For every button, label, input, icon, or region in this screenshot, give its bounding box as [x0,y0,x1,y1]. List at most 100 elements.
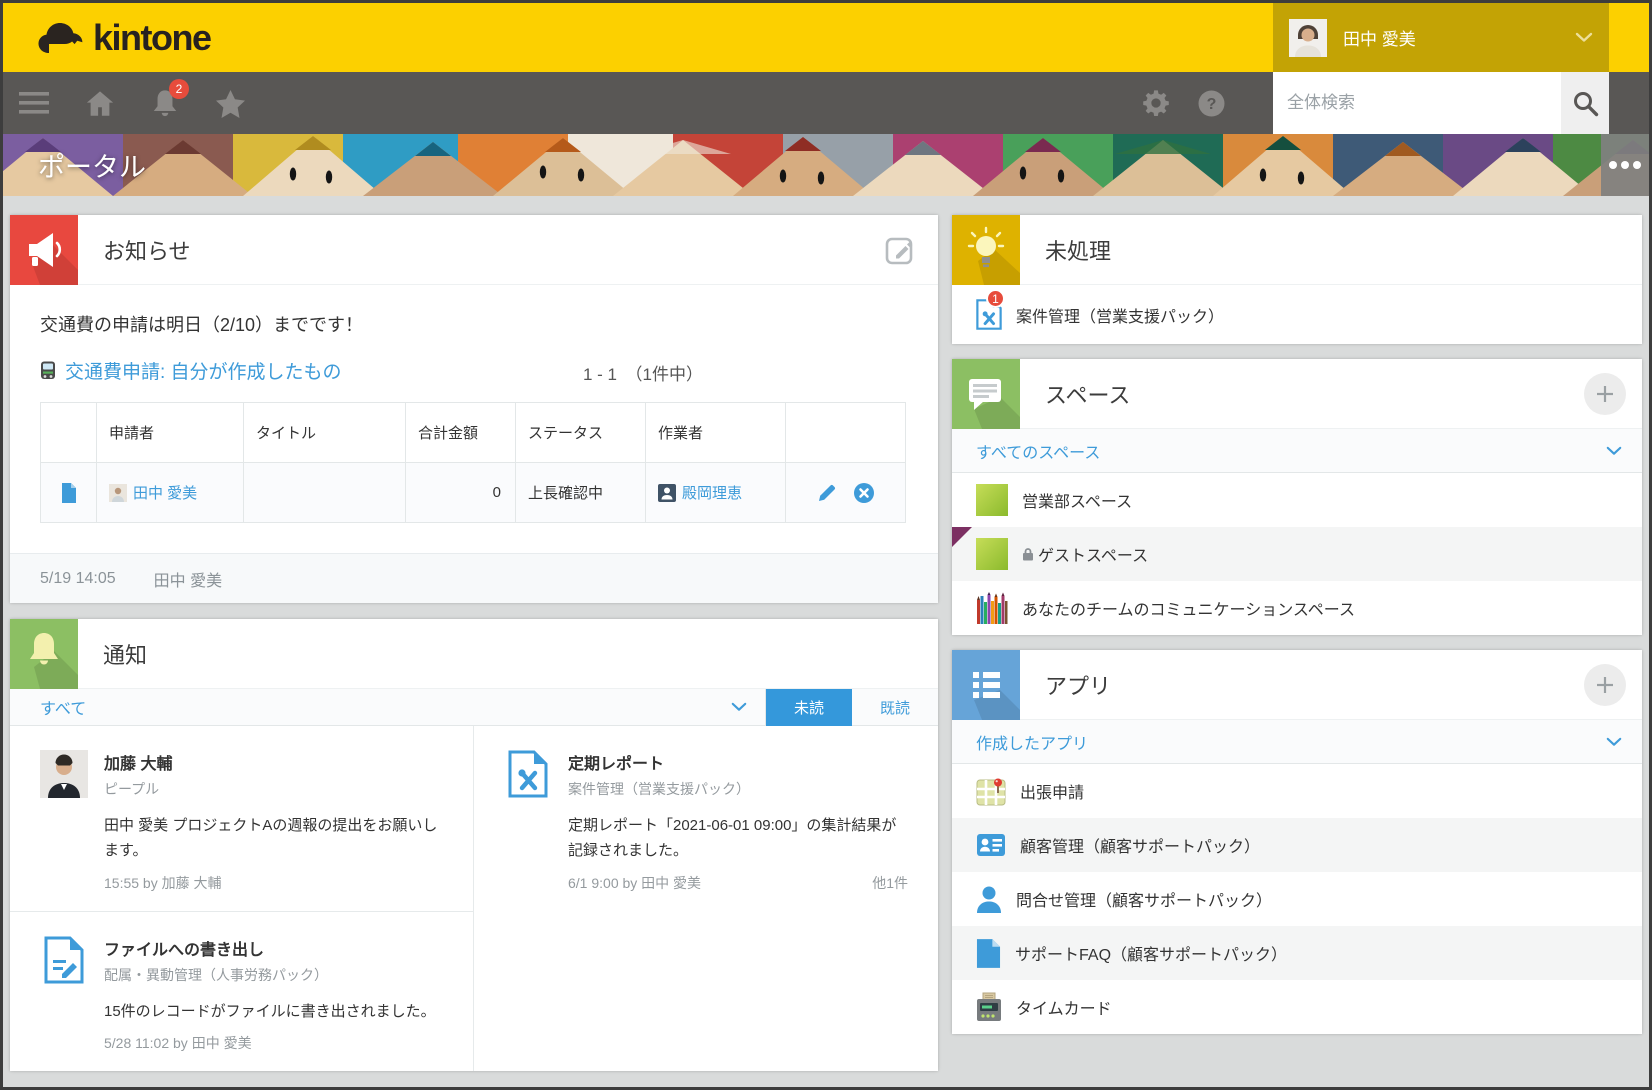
app-item[interactable]: 顧客管理（顧客サポートパック） [952,818,1642,872]
space-item[interactable]: 営業部スペース [952,473,1642,527]
notifications-bell-button[interactable]: 2 [151,88,179,119]
edit-record-button[interactable] [817,483,837,503]
column-record-icon [41,403,97,463]
record-title-cell [244,463,406,523]
status-cell: 上長確認中 [516,463,646,523]
applicant-link[interactable]: 田中 愛美 [133,482,197,503]
tab-read[interactable]: 既読 [852,689,938,726]
notification-source: ピープル [104,779,443,799]
sender-avatar [40,750,88,893]
lightbulb-icon [952,215,1020,285]
tab-unread[interactable]: 未読 [766,689,852,726]
megaphone-icon [10,215,78,285]
app-item[interactable]: サポートFAQ（顧客サポートパック） [952,926,1642,980]
table-header-row: 申請者 タイトル 合計金額 ステータス 作業者 [41,403,906,463]
table-row: 田中 愛美 0 上長確認中 [41,463,906,523]
favorites-star-button[interactable] [215,89,246,118]
announcement-message: 交通費の申請は明日（2/10）までです！ [40,311,908,337]
notification-meta: 5/28 11:02 by 田中 愛美 [104,1033,252,1053]
kintone-cloud-icon [37,21,87,55]
notification-filter-bar: すべて 未読 既読 [10,689,938,726]
notification-filter-dropdown[interactable]: すべて [40,695,86,719]
spaces-filter-bar: すべてのスペース [952,429,1642,473]
notification-item[interactable]: 加藤 大輔 ピープル 田中 愛美 プロジェクトAの週報の提出をお願いします。 1… [10,726,474,911]
total-amount-cell: 0 [406,463,516,523]
pending-item[interactable]: 1 案件管理（営業支援パック） [952,285,1642,344]
app-name: 顧客管理（顧客サポートパック） [1020,833,1260,857]
space-thumbnail-pencils [976,592,1008,624]
column-actions [786,403,906,463]
help-button[interactable]: ? [1198,90,1225,117]
column-worker: 作業者 [646,403,786,463]
app-name: サポートFAQ（顧客サポートパック） [1015,941,1287,965]
app-item[interactable]: タイムカード [952,980,1642,1034]
app-item[interactable]: 出張申請 [952,764,1642,818]
space-thumbnail [976,538,1008,570]
app-item[interactable]: 問合せ管理（顧客サポートパック） [952,872,1642,926]
banner-more-button[interactable] [1601,134,1649,196]
space-item[interactable]: あなたのチームのコミュニケーションスペース [952,581,1642,635]
app-header: kintone 田中 愛美 [3,3,1649,72]
global-search [1273,72,1609,134]
kintone-portal-page: kintone 田中 愛美 2 [0,0,1652,1090]
timecard-machine-icon [976,992,1002,1022]
announcement-timestamp: 5/19 14:05 [40,570,116,588]
search-input[interactable] [1273,72,1561,134]
apps-filter-dropdown[interactable]: 作成したアプリ [976,730,1088,754]
spaces-panel: スペース すべてのスペース 営業部スペース [952,359,1642,635]
announcement-author: 田中 愛美 [154,567,222,591]
expense-view-link[interactable]: 交通費申請: 自分が作成したもの [65,357,342,384]
remove-record-button[interactable] [853,482,875,504]
speech-bubble-icon [952,359,1020,429]
plus-icon [1595,384,1615,404]
chevron-down-icon [1575,32,1593,43]
open-record-button[interactable] [61,483,77,503]
spaces-title: スペース [1045,378,1130,410]
notification-item[interactable]: ファイルへの書き出し 配属・異動管理（人事労務パック） 15件のレコードがファイ… [10,911,474,1072]
page-title: ポータル [38,146,146,185]
chevron-down-icon[interactable] [1606,446,1622,456]
column-status: ステータス [516,403,646,463]
train-icon [40,361,56,381]
notification-source: 配属・異動管理（人事労務パック） [104,965,443,985]
notification-sender: 加藤 大輔 [104,750,443,774]
more-options-icon [1609,161,1617,169]
add-space-button[interactable] [1584,373,1626,415]
user-menu[interactable]: 田中 愛美 [1273,3,1609,72]
guest-space-marker [952,527,972,547]
kintone-logo[interactable]: kintone [37,17,211,59]
space-thumbnail [976,484,1008,516]
compose-icon [885,234,916,265]
add-app-button[interactable] [1584,664,1626,706]
settings-gear-button[interactable] [1142,89,1170,117]
search-icon [1572,90,1599,117]
search-button[interactable] [1561,72,1609,134]
notification-sender: 定期レポート [568,750,908,774]
notification-body: 15件のレコードがファイルに書き出されました。 [104,1000,443,1025]
x-circle-icon [853,482,875,504]
spaces-filter-dropdown[interactable]: すべてのスペース [976,439,1100,463]
notification-list: 加藤 大輔 ピープル 田中 愛美 プロジェクトAの週報の提出をお願いします。 1… [10,726,938,1071]
space-item-guest[interactable]: ゲストスペース [952,527,1642,581]
worker-link[interactable]: 殿岡理恵 [682,482,742,503]
apps-title: アプリ [1045,669,1111,701]
colored-pencils-image [3,134,1649,196]
hamburger-menu-button[interactable] [19,92,49,114]
home-button[interactable] [85,89,115,118]
pencil-icon [817,483,837,503]
svg-text:?: ? [1207,96,1217,113]
edit-announcement-button[interactable] [885,234,916,265]
notification-extra-count[interactable]: 他1件 [872,873,908,893]
chevron-down-icon[interactable] [731,702,747,712]
file-export-icon [40,936,88,1054]
notification-body: 田中 愛美 プロジェクトAの週報の提出をお願いします。 [104,814,443,864]
chevron-down-icon[interactable] [1606,737,1622,747]
notification-meta: 15:55 by 加藤 大輔 [104,873,222,893]
announcements-title: お知らせ [103,234,191,266]
pending-panel: 未処理 1 案件管理（営業支援パック） [952,215,1642,344]
pending-count-badge: 1 [986,289,1005,308]
user-name: 田中 愛美 [1343,25,1416,50]
notification-item[interactable]: 定期レポート 案件管理（営業支援パック） 定期レポート「2021-06-01 0… [474,726,938,911]
app-name: タイムカード [1016,995,1112,1019]
app-list-icon [952,650,1020,720]
